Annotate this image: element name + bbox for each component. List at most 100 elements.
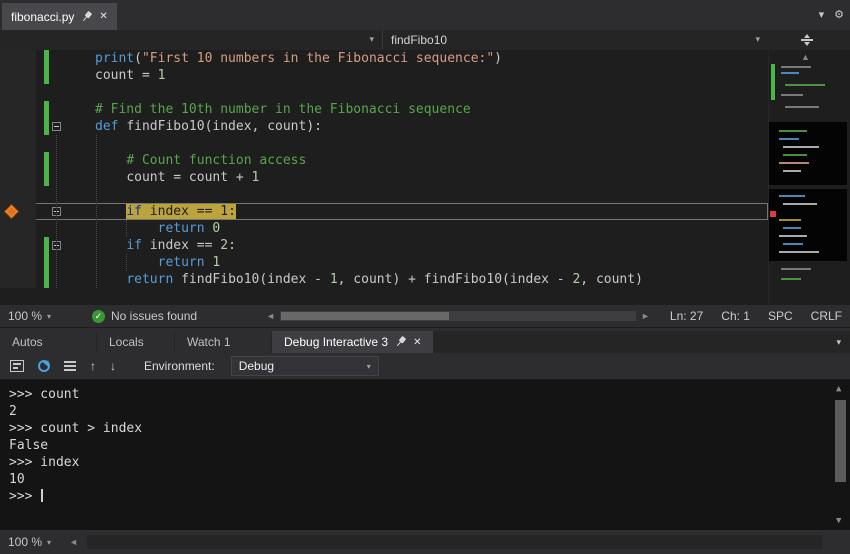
code-line: # Find the 10th number in the Fibonacci …: [0, 101, 768, 118]
member-dropdown[interactable]: findFibo10 ▾: [383, 30, 768, 49]
fold-collapse-icon[interactable]: [52, 122, 61, 131]
document-tabstrip: fibonacci.py ✕ ▾ ⚙: [0, 0, 850, 30]
chevron-down-icon: ▾: [755, 34, 760, 45]
split-window-icon[interactable]: [799, 33, 815, 47]
console-line: 2: [9, 403, 826, 420]
window-list-icon[interactable]: ▾: [819, 8, 825, 21]
tab-locals[interactable]: Locals: [97, 331, 174, 353]
code-line: print("First 10 numbers in the Fibonacci…: [0, 50, 768, 67]
scrollbar-thumb[interactable]: [835, 400, 846, 482]
status-line-number: Ln: 27: [670, 309, 703, 323]
text-cursor: [41, 489, 43, 502]
console-line: 10: [9, 471, 826, 488]
chevron-down-icon: ▾: [369, 34, 374, 45]
tab-list-chevron-icon[interactable]: ▾: [836, 337, 850, 348]
console-vertical-scrollbar[interactable]: ▲ ▼: [832, 382, 849, 528]
tab-label: Debug Interactive 3: [284, 335, 388, 349]
scroll-down-icon[interactable]: ▼: [836, 516, 841, 526]
scroll-left-icon[interactable]: ◄: [263, 311, 278, 321]
chevron-down-icon: ▾: [367, 362, 371, 371]
code-line: # Count function access: [0, 152, 768, 169]
code-lines: print("First 10 numbers in the Fibonacci…: [0, 50, 768, 288]
code-line: def findFibo10(index, count):: [0, 118, 768, 135]
current-statement-icon[interactable]: [5, 205, 18, 218]
console-zoom-dropdown[interactable]: 100 % ▾: [8, 535, 66, 549]
issues-indicator[interactable]: ✓ No issues found: [92, 309, 197, 323]
editor-zoom-value: 100 %: [8, 309, 42, 323]
editor-statusbar: 100 % ▾ ✓ No issues found ◄ ► Ln: 27 Ch:…: [0, 305, 850, 327]
history-previous-icon[interactable]: ↑: [90, 359, 96, 373]
environment-dropdown[interactable]: Debug ▾: [231, 356, 379, 376]
tab-watch-1[interactable]: Watch 1: [175, 331, 271, 353]
check-circle-icon: ✓: [92, 310, 105, 323]
navigation-bar: ▾ findFibo10 ▾: [0, 30, 850, 50]
gear-icon[interactable]: ⚙: [834, 8, 844, 21]
console-line: False: [9, 437, 826, 454]
editor-horizontal-scrollbar[interactable]: ◄ ►: [263, 311, 653, 321]
minimap-breakpoint-mark: [770, 211, 776, 217]
history-next-icon[interactable]: ↓: [110, 359, 116, 373]
editor-zoom-dropdown[interactable]: 100 % ▾: [8, 309, 66, 323]
tab-label: Watch 1: [187, 335, 231, 349]
scroll-up-icon[interactable]: ▲: [836, 384, 841, 394]
console-line: >>> count: [9, 386, 826, 403]
pin-icon[interactable]: [392, 334, 408, 350]
code-line: return 0: [0, 220, 768, 237]
scrollbar-up-icon[interactable]: ▲: [801, 52, 810, 62]
close-icon[interactable]: ✕: [99, 11, 107, 22]
interactive-console[interactable]: >>> count2>>> count > indexFalse>>> inde…: [0, 380, 850, 530]
command-history-icon[interactable]: [64, 361, 76, 371]
clear-screen-icon[interactable]: [10, 360, 24, 372]
code-line: return findFibo10(index - 1, count) + fi…: [0, 271, 768, 288]
scrollbar-track[interactable]: [280, 311, 636, 321]
environment-label: Environment:: [144, 359, 215, 373]
fold-collapse-icon[interactable]: [52, 241, 61, 250]
console-line: >>>: [9, 488, 826, 505]
scrollbar-thumb[interactable]: [281, 312, 449, 320]
minimap-preview-block: [769, 189, 847, 261]
code-line: if index == 2:: [0, 237, 768, 254]
tab-label: Autos: [12, 335, 43, 349]
chevron-down-icon: ▾: [47, 312, 51, 321]
scroll-right-icon[interactable]: ►: [638, 311, 653, 321]
chevron-down-icon: ▾: [47, 538, 51, 547]
code-line: [0, 186, 768, 203]
minimap-scrollbar[interactable]: ▲: [768, 50, 850, 305]
project-dropdown[interactable]: ▾: [0, 30, 383, 49]
interactive-statusbar: 100 % ▾ ◄: [0, 530, 850, 554]
reset-repl-icon[interactable]: [38, 360, 50, 372]
tab-title: fibonacci.py: [11, 10, 74, 24]
vs-window: fibonacci.py ✕ ▾ ⚙ ▾ findFibo10 ▾ print(…: [0, 0, 850, 554]
tab-autos[interactable]: Autos: [0, 331, 96, 353]
code-line: [0, 84, 768, 101]
panel-tabstrip: Autos Locals Watch 1 Debug Interactive 3…: [0, 331, 850, 353]
code-editor[interactable]: print("First 10 numbers in the Fibonacci…: [0, 50, 768, 305]
tab-fibonacci-py[interactable]: fibonacci.py ✕: [2, 3, 117, 30]
console-zoom-value: 100 %: [8, 535, 42, 549]
minimap-preview-block: [769, 122, 847, 185]
code-line: count = 1: [0, 67, 768, 84]
interactive-toolbar: ↑ ↓ Environment: Debug ▾: [0, 353, 850, 380]
editor-region: print("First 10 numbers in the Fibonacci…: [0, 50, 850, 305]
status-column-number: Ch: 1: [721, 309, 750, 323]
console-line: >>> count > index: [9, 420, 826, 437]
code-line: [0, 135, 768, 152]
scroll-left-icon[interactable]: ◄: [66, 537, 81, 547]
close-icon[interactable]: ✕: [413, 337, 421, 348]
environment-value: Debug: [239, 359, 274, 373]
status-spaces-mode: SPC: [768, 309, 793, 323]
console-line: >>> index: [9, 454, 826, 471]
issues-label: No issues found: [111, 309, 197, 323]
code-line: if index == 1:: [0, 203, 768, 220]
console-lines: >>> count2>>> count > indexFalse>>> inde…: [9, 386, 826, 505]
tab-label: Locals: [109, 335, 144, 349]
pin-icon[interactable]: [79, 8, 95, 24]
status-line-ending: CRLF: [811, 309, 842, 323]
minimap-change-mark: [771, 64, 775, 100]
scrollbar-track[interactable]: [87, 535, 822, 549]
member-dropdown-value: findFibo10: [391, 33, 447, 47]
tab-debug-interactive-3[interactable]: Debug Interactive 3 ✕: [272, 331, 433, 353]
fold-collapse-icon[interactable]: [52, 207, 61, 216]
code-line: count = count + 1: [0, 169, 768, 186]
code-line: return 1: [0, 254, 768, 271]
